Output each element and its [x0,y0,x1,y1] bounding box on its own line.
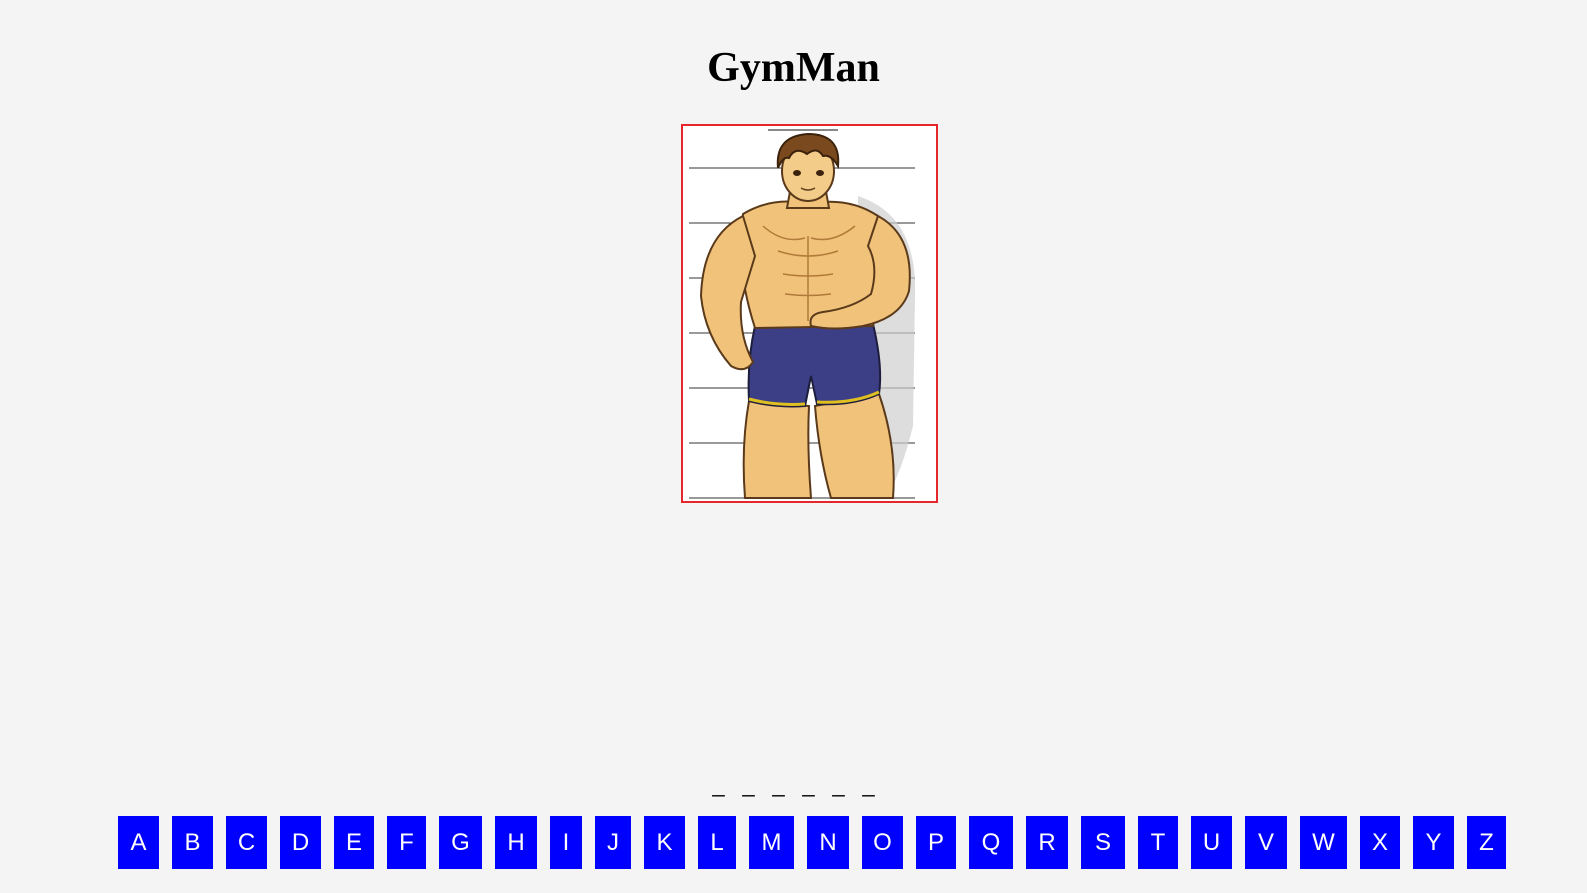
letter-key-u[interactable]: U [1191,816,1232,869]
letter-key-g[interactable]: G [439,816,482,869]
letter-key-a[interactable]: A [118,816,159,869]
letter-key-y[interactable]: Y [1413,816,1454,869]
letter-key-p[interactable]: P [916,816,956,869]
letter-key-f[interactable]: F [387,816,426,869]
letter-key-l[interactable]: L [698,816,736,869]
letter-key-x[interactable]: X [1360,816,1400,869]
letter-key-w[interactable]: W [1300,816,1347,869]
letter-keyboard: ABCDEFGHIJKLMNOPQRSTUVWXYZ [118,816,1506,869]
letter-key-o[interactable]: O [862,816,903,869]
letter-key-b[interactable]: B [172,816,213,869]
word-display: _ _ _ _ _ _ [0,772,1587,798]
hangman-game: GymMan _ _ _ _ _ _ A B C D E F G H I J K… [0,0,1587,893]
letter-key-d[interactable]: D [280,816,321,869]
letter-key-e[interactable]: E [334,816,374,869]
word-slot: _ [832,772,845,797]
letter-key-c[interactable]: C [226,816,267,869]
letter-key-z[interactable]: Z [1467,816,1506,869]
letter-key-v[interactable]: V [1245,816,1287,869]
word-slot: _ [772,772,785,797]
letter-key-s[interactable]: S [1081,816,1125,869]
word-slot: _ [802,772,815,797]
word-slot: _ [862,772,875,797]
letter-key-i[interactable]: I [550,816,582,869]
hangman-picture [681,124,938,503]
letter-key-r[interactable]: R [1026,816,1068,869]
letter-key-t[interactable]: T [1138,816,1178,869]
letter-key-k[interactable]: K [644,816,685,869]
letter-key-m[interactable]: M [749,816,794,869]
letter-key-j[interactable]: J [595,816,631,869]
word-slot: _ [742,772,755,797]
letter-key-h[interactable]: H [495,816,537,869]
letter-key-n[interactable]: N [807,816,849,869]
letter-key-q[interactable]: Q [969,816,1013,869]
word-slot: _ [712,772,725,797]
game-title: GymMan [707,45,880,91]
muscular-man-illustration [683,126,936,501]
